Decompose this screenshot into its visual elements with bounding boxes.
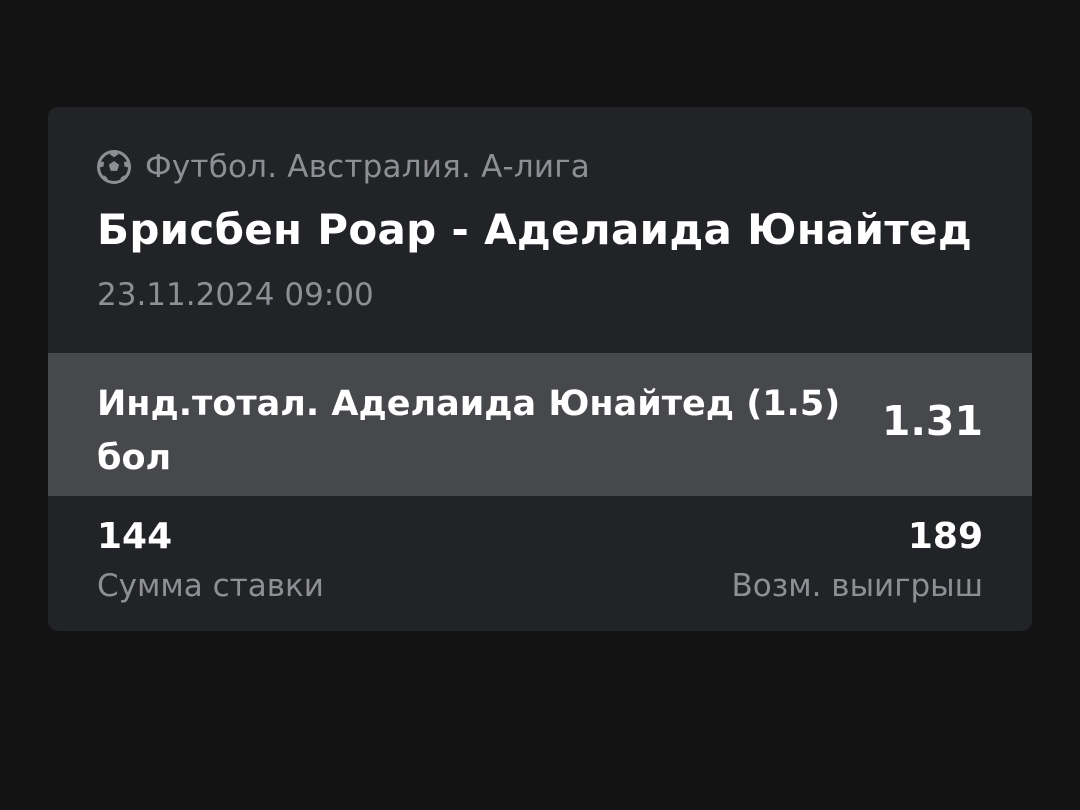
match-title: Брисбен Роар - Аделаида Юнайтед bbox=[97, 205, 973, 254]
bet-card-header: Футбол. Австралия. А-лига Брисбен Роар -… bbox=[48, 107, 1032, 353]
league-name: Футбол. Австралия. А-лига bbox=[145, 149, 590, 185]
soccer-ball-icon bbox=[97, 150, 131, 184]
bet-amounts: 144 Сумма ставки 189 Возм. выигрыш bbox=[48, 496, 1032, 631]
bet-selection-row: Инд.тотал. Аделаида Юнайтед (1.5) бол 1.… bbox=[48, 353, 1032, 496]
stake-amount: 144 bbox=[97, 516, 173, 557]
possible-win-amount: 189 bbox=[907, 516, 983, 557]
match-datetime: 23.11.2024 09:00 bbox=[97, 277, 374, 313]
bet-odds: 1.31 bbox=[881, 397, 983, 445]
league-row: Футбол. Австралия. А-лига bbox=[97, 149, 590, 185]
stake-label: Сумма ставки bbox=[97, 568, 324, 604]
bet-card: Футбол. Австралия. А-лига Брисбен Роар -… bbox=[48, 107, 1032, 631]
bet-market-name: Инд.тотал. Аделаида Юнайтед (1.5) бол bbox=[97, 384, 841, 478]
possible-win-label: Возм. выигрыш bbox=[731, 568, 983, 604]
